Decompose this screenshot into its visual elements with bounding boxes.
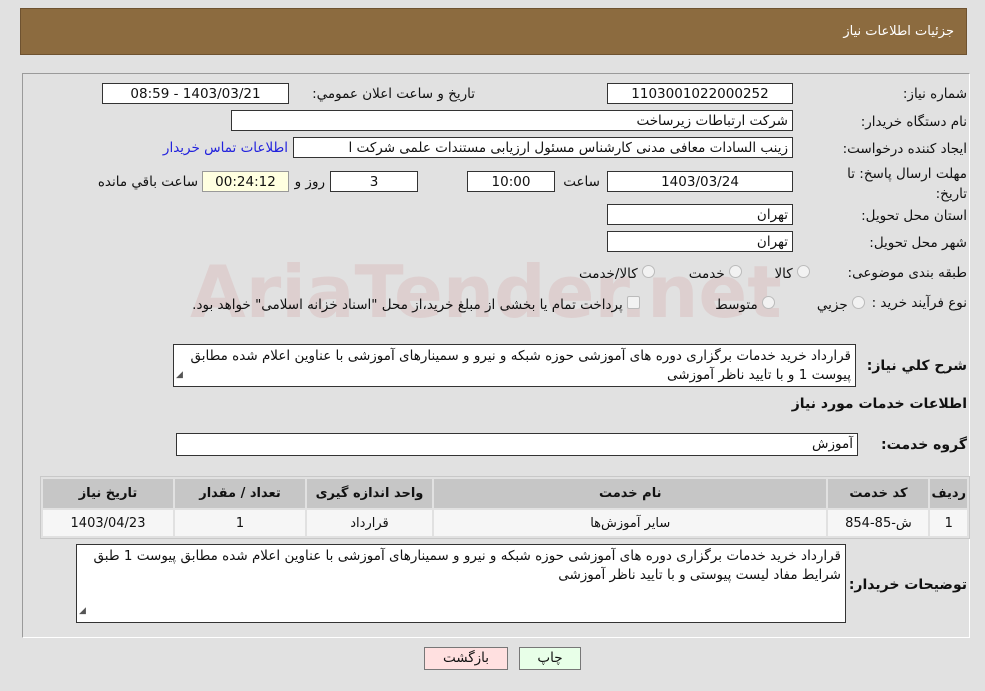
city-field[interactable]: تهران: [607, 231, 793, 252]
deadline-date-field[interactable]: 1403/03/24: [607, 171, 793, 192]
col-code: کد خدمت: [828, 479, 929, 508]
province-field[interactable]: تهران: [607, 204, 793, 225]
resize-grip-icon[interactable]: ◢: [176, 366, 183, 385]
process-option-medium[interactable]: متوسط: [715, 296, 775, 313]
buyer-org-field[interactable]: شرکت ارتباطات زيرساخت: [231, 110, 793, 131]
cell-unit: قرارداد: [307, 510, 432, 536]
time-label: ساعت: [563, 174, 600, 190]
radio-goods[interactable]: [797, 265, 810, 278]
col-qty: تعداد / مقدار: [175, 479, 305, 508]
creator-label: ایجاد کننده درخواست:: [842, 141, 967, 157]
col-row: رديف: [930, 479, 967, 508]
description-textarea[interactable]: قرارداد خرید خدمات برگزاری دوره های آموز…: [173, 344, 856, 387]
service-group-field[interactable]: آموزش: [176, 433, 858, 456]
buyer-contact-link[interactable]: اطلاعات تماس خریدار: [163, 140, 288, 156]
col-name: نام خدمت: [434, 479, 827, 508]
deadline-label: مهلت ارسال پاسخ: تا تاریخ:: [847, 166, 967, 202]
radio-small[interactable]: [852, 296, 865, 309]
col-date: تاریخ نیاز: [43, 479, 173, 508]
cell-qty: 1: [175, 510, 305, 536]
process-note: پرداخت تمام یا بخشی از مبلغ خرید،از محل …: [192, 296, 640, 313]
buyer-notes-label: توضیحات خریدار:: [848, 577, 967, 593]
checkbox-treasury[interactable]: [627, 296, 640, 309]
back-button[interactable]: بازگشت: [424, 647, 508, 670]
resize-grip-icon[interactable]: ◢: [79, 602, 86, 621]
cell-name: سایر آموزش‌ها: [434, 510, 827, 536]
city-label: شهر محل تحویل:: [869, 235, 967, 251]
buyer-org-label: نام دستگاه خریدار:: [860, 114, 967, 130]
category-label: طبقه بندی موضوعی:: [847, 265, 967, 281]
need-number-label: شماره نیاز:: [902, 86, 967, 102]
category-option-goods[interactable]: کالا: [774, 265, 810, 282]
page-title: جزئیات اطلاعات نیاز: [843, 24, 954, 39]
announce-field[interactable]: 1403/03/21 - 08:59: [102, 83, 289, 104]
radio-medium[interactable]: [762, 296, 775, 309]
province-label: استان محل تحویل:: [861, 208, 967, 224]
days-field[interactable]: 3: [330, 171, 418, 192]
remaining-label: ساعت باقي مانده: [97, 174, 198, 190]
service-group-label: گروه خدمت:: [881, 437, 967, 453]
services-table: رديف کد خدمت نام خدمت واحد اندازه گیری ت…: [41, 477, 969, 538]
creator-field[interactable]: زینب السادات معافی مدنی کارشناس مسئول ار…: [293, 137, 793, 158]
watermark-logo: AriaTender.net: [190, 250, 782, 334]
cell-date: 1403/04/23: [43, 510, 173, 536]
col-unit: واحد اندازه گیری: [307, 479, 432, 508]
process-option-small[interactable]: جزيي: [817, 296, 865, 313]
radio-both[interactable]: [642, 265, 655, 278]
need-number-field[interactable]: 1103001022000252: [607, 83, 793, 104]
page-header: جزئیات اطلاعات نیاز: [20, 8, 967, 55]
category-option-both[interactable]: کالا/خدمت: [579, 265, 655, 282]
description-label: شرح کلي نياز:: [866, 358, 967, 374]
remaining-time-field: 00:24:12: [202, 171, 289, 192]
radio-service[interactable]: [729, 265, 742, 278]
table-row: 1 ش-85-854 سایر آموزش‌ها قرارداد 1 1403/…: [43, 510, 967, 536]
buyer-notes-textarea[interactable]: قرارداد خرید خدمات برگزاری دوره های آموز…: [76, 544, 846, 623]
table-header-row: رديف کد خدمت نام خدمت واحد اندازه گیری ت…: [43, 479, 967, 508]
print-button[interactable]: چاپ: [519, 647, 581, 670]
services-table-wrap: رديف کد خدمت نام خدمت واحد اندازه گیری ت…: [40, 476, 970, 539]
cell-code: ش-85-854: [828, 510, 929, 536]
deadline-time-field[interactable]: 10:00: [467, 171, 555, 192]
announce-label: تاریخ و ساعت اعلان عمومي:: [312, 86, 475, 102]
days-label: روز و: [294, 174, 325, 190]
process-label: نوع فرآیند خرید :: [871, 295, 967, 311]
services-title: اطلاعات خدمات مورد نیاز: [791, 396, 967, 412]
category-option-service[interactable]: خدمت: [689, 265, 742, 282]
cell-row: 1: [930, 510, 967, 536]
